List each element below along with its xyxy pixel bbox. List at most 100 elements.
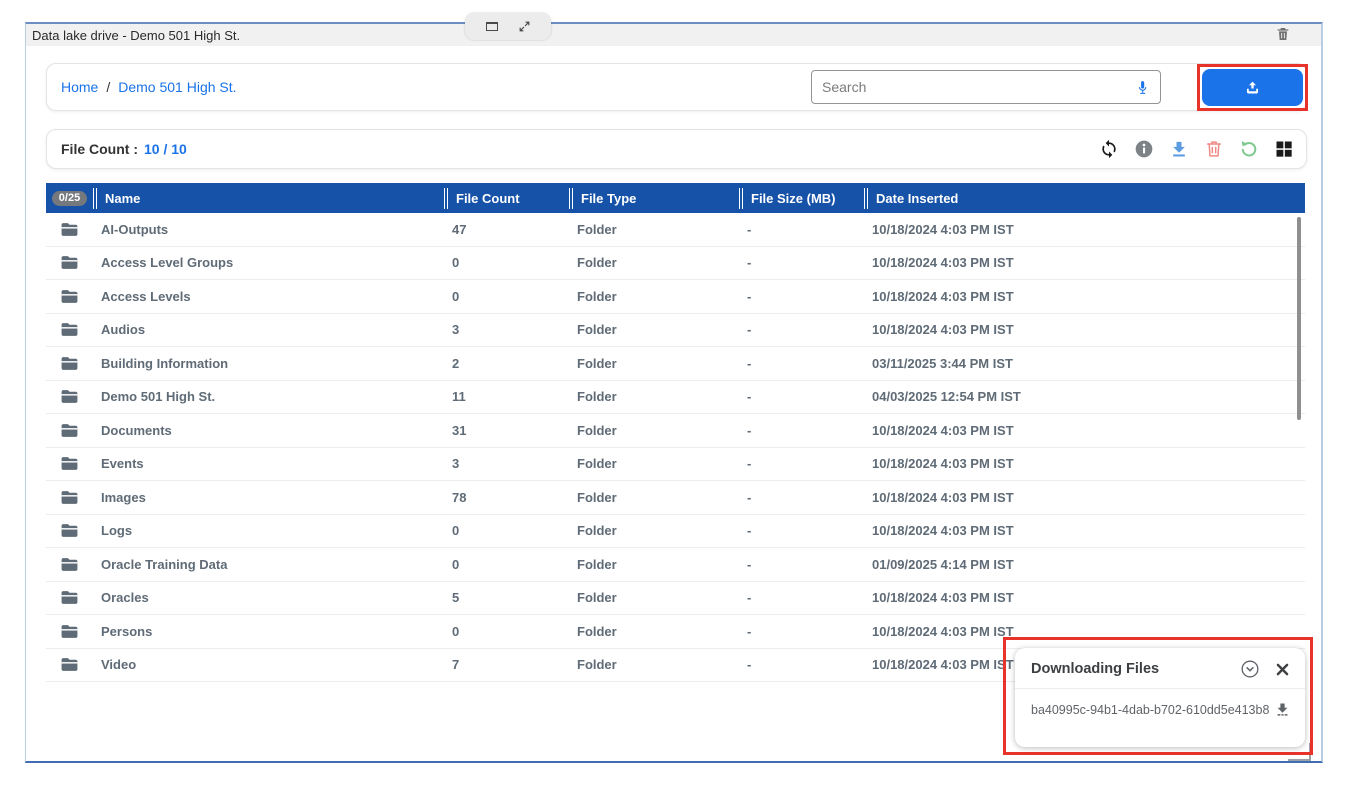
table-row[interactable]: Documents 31 Folder - 10/18/2024 4:03 PM…	[46, 414, 1305, 448]
download-item-row: ba40995c-94b1-4dab-b702-610dd5e413b8	[1015, 689, 1305, 718]
cell-file-count: 3	[444, 322, 569, 337]
cell-file-count: 47	[444, 222, 569, 237]
refresh-icon[interactable]	[1099, 139, 1119, 159]
upload-button[interactable]	[1202, 69, 1303, 106]
table-row[interactable]: Images 78 Folder - 10/18/2024 4:03 PM IS…	[46, 481, 1305, 515]
cell-file-type: Folder	[569, 322, 739, 337]
column-header-file-type[interactable]: File Type	[569, 188, 739, 209]
cell-name: Documents	[93, 423, 444, 438]
cell-date-inserted: 10/18/2024 4:03 PM IST	[864, 423, 1305, 438]
search-input[interactable]	[822, 79, 1134, 95]
folder-icon	[46, 622, 93, 641]
cell-name: Audios	[93, 322, 444, 337]
microphone-icon[interactable]	[1134, 79, 1151, 96]
folder-icon	[46, 387, 93, 406]
table-header: 0/25 Name File Count File Type File Size…	[46, 183, 1305, 213]
cell-file-count: 11	[444, 389, 569, 404]
cell-file-size: -	[739, 490, 864, 505]
table-row[interactable]: Oracles 5 Folder - 10/18/2024 4:03 PM IS…	[46, 582, 1305, 616]
download-file-name: ba40995c-94b1-4dab-b702-610dd5e413b8	[1031, 703, 1274, 717]
search-box	[811, 70, 1161, 104]
window-titlebar: Data lake drive - Demo 501 High St.	[26, 24, 1321, 46]
table-row[interactable]: AI-Outputs 47 Folder - 10/18/2024 4:03 P…	[46, 213, 1305, 247]
folder-icon	[46, 454, 93, 473]
close-icon[interactable]	[1274, 661, 1291, 678]
cell-file-size: -	[739, 255, 864, 270]
table-row[interactable]: Access Levels 0 Folder - 10/18/2024 4:03…	[46, 280, 1305, 314]
cell-file-count: 0	[444, 289, 569, 304]
restore-icon[interactable]	[1239, 139, 1259, 159]
column-header-file-size[interactable]: File Size (MB)	[739, 188, 864, 209]
cell-date-inserted: 01/09/2025 4:14 PM IST	[864, 557, 1305, 572]
table-row[interactable]: Oracle Training Data 0 Folder - 01/09/20…	[46, 548, 1305, 582]
file-count-value: 10 / 10	[144, 141, 187, 157]
download-popup-header: Downloading Files	[1015, 648, 1305, 689]
cell-name: Building Information	[93, 356, 444, 371]
file-download-icon[interactable]	[1274, 701, 1291, 718]
cell-file-type: Folder	[569, 657, 739, 672]
table-row[interactable]: Access Level Groups 0 Folder - 10/18/202…	[46, 247, 1305, 281]
cell-file-size: -	[739, 222, 864, 237]
folder-icon	[46, 220, 93, 239]
cell-name: Persons	[93, 624, 444, 639]
cell-date-inserted: 10/18/2024 4:03 PM IST	[864, 222, 1305, 237]
table-row[interactable]: Logs 0 Folder - 10/18/2024 4:03 PM IST	[46, 515, 1305, 549]
cell-file-size: -	[739, 523, 864, 538]
cell-file-count: 0	[444, 624, 569, 639]
cell-name: Oracles	[93, 590, 444, 605]
delete-icon[interactable]	[1204, 139, 1224, 159]
cell-file-type: Folder	[569, 590, 739, 605]
cell-date-inserted: 10/18/2024 4:03 PM IST	[864, 456, 1305, 471]
column-header-file-count[interactable]: File Count	[444, 188, 569, 209]
cell-date-inserted: 10/18/2024 4:03 PM IST	[864, 590, 1305, 605]
table-scrollbar-thumb[interactable]	[1297, 217, 1301, 420]
download-icon[interactable]	[1169, 139, 1189, 159]
cell-name: Oracle Training Data	[93, 557, 444, 572]
folder-icon	[46, 421, 93, 440]
cell-file-type: Folder	[569, 523, 739, 538]
cell-name: Access Levels	[93, 289, 444, 304]
table-row[interactable]: Building Information 2 Folder - 03/11/20…	[46, 347, 1305, 381]
cell-name: Access Level Groups	[93, 255, 444, 270]
cell-file-count: 78	[444, 490, 569, 505]
breadcrumb-home-link[interactable]: Home	[61, 79, 98, 95]
cell-file-size: -	[739, 356, 864, 371]
download-popup-title: Downloading Files	[1031, 661, 1240, 677]
folder-icon	[46, 287, 93, 306]
cell-name: Demo 501 High St.	[93, 389, 444, 404]
upload-icon	[1243, 78, 1262, 97]
download-popup: Downloading Files ba40995c-94b1-4dab-b70…	[1015, 648, 1305, 747]
table-row[interactable]: Audios 3 Folder - 10/18/2024 4:03 PM IST	[46, 314, 1305, 348]
cell-file-type: Folder	[569, 289, 739, 304]
cell-file-count: 0	[444, 557, 569, 572]
breadcrumb-current-link[interactable]: Demo 501 High St.	[118, 79, 236, 95]
folder-icon	[46, 521, 93, 540]
table-row[interactable]: Demo 501 High St. 11 Folder - 04/03/2025…	[46, 381, 1305, 415]
cell-file-count: 7	[444, 657, 569, 672]
table-body: AI-Outputs 47 Folder - 10/18/2024 4:03 P…	[46, 213, 1305, 682]
folder-icon	[46, 488, 93, 507]
expand-window-icon[interactable]	[518, 20, 531, 33]
table-row[interactable]: Events 3 Folder - 10/18/2024 4:03 PM IST	[46, 448, 1305, 482]
column-header-date-inserted[interactable]: Date Inserted	[864, 188, 1305, 209]
cell-file-type: Folder	[569, 624, 739, 639]
window-trash-icon[interactable]	[1275, 26, 1291, 42]
info-icon[interactable]	[1134, 139, 1154, 159]
chevron-down-circle-icon[interactable]	[1240, 659, 1260, 679]
window-title: Data lake drive - Demo 501 High St.	[32, 28, 240, 43]
cell-name: Images	[93, 490, 444, 505]
folder-icon	[46, 588, 93, 607]
page: Data lake drive - Demo 501 High St. Home…	[0, 0, 1356, 792]
window-control-tab	[465, 13, 551, 40]
folder-icon	[46, 655, 93, 674]
cell-date-inserted: 10/18/2024 4:03 PM IST	[864, 255, 1305, 270]
restore-window-icon[interactable]	[486, 22, 498, 31]
grid-view-icon[interactable]	[1274, 139, 1294, 159]
cell-file-type: Folder	[569, 255, 739, 270]
filecount-bar: File Count : 10 / 10	[46, 129, 1307, 169]
column-header-name[interactable]: Name	[93, 188, 444, 209]
cell-file-size: -	[739, 423, 864, 438]
cell-file-type: Folder	[569, 389, 739, 404]
cell-date-inserted: 04/03/2025 12:54 PM IST	[864, 389, 1305, 404]
cell-file-type: Folder	[569, 490, 739, 505]
